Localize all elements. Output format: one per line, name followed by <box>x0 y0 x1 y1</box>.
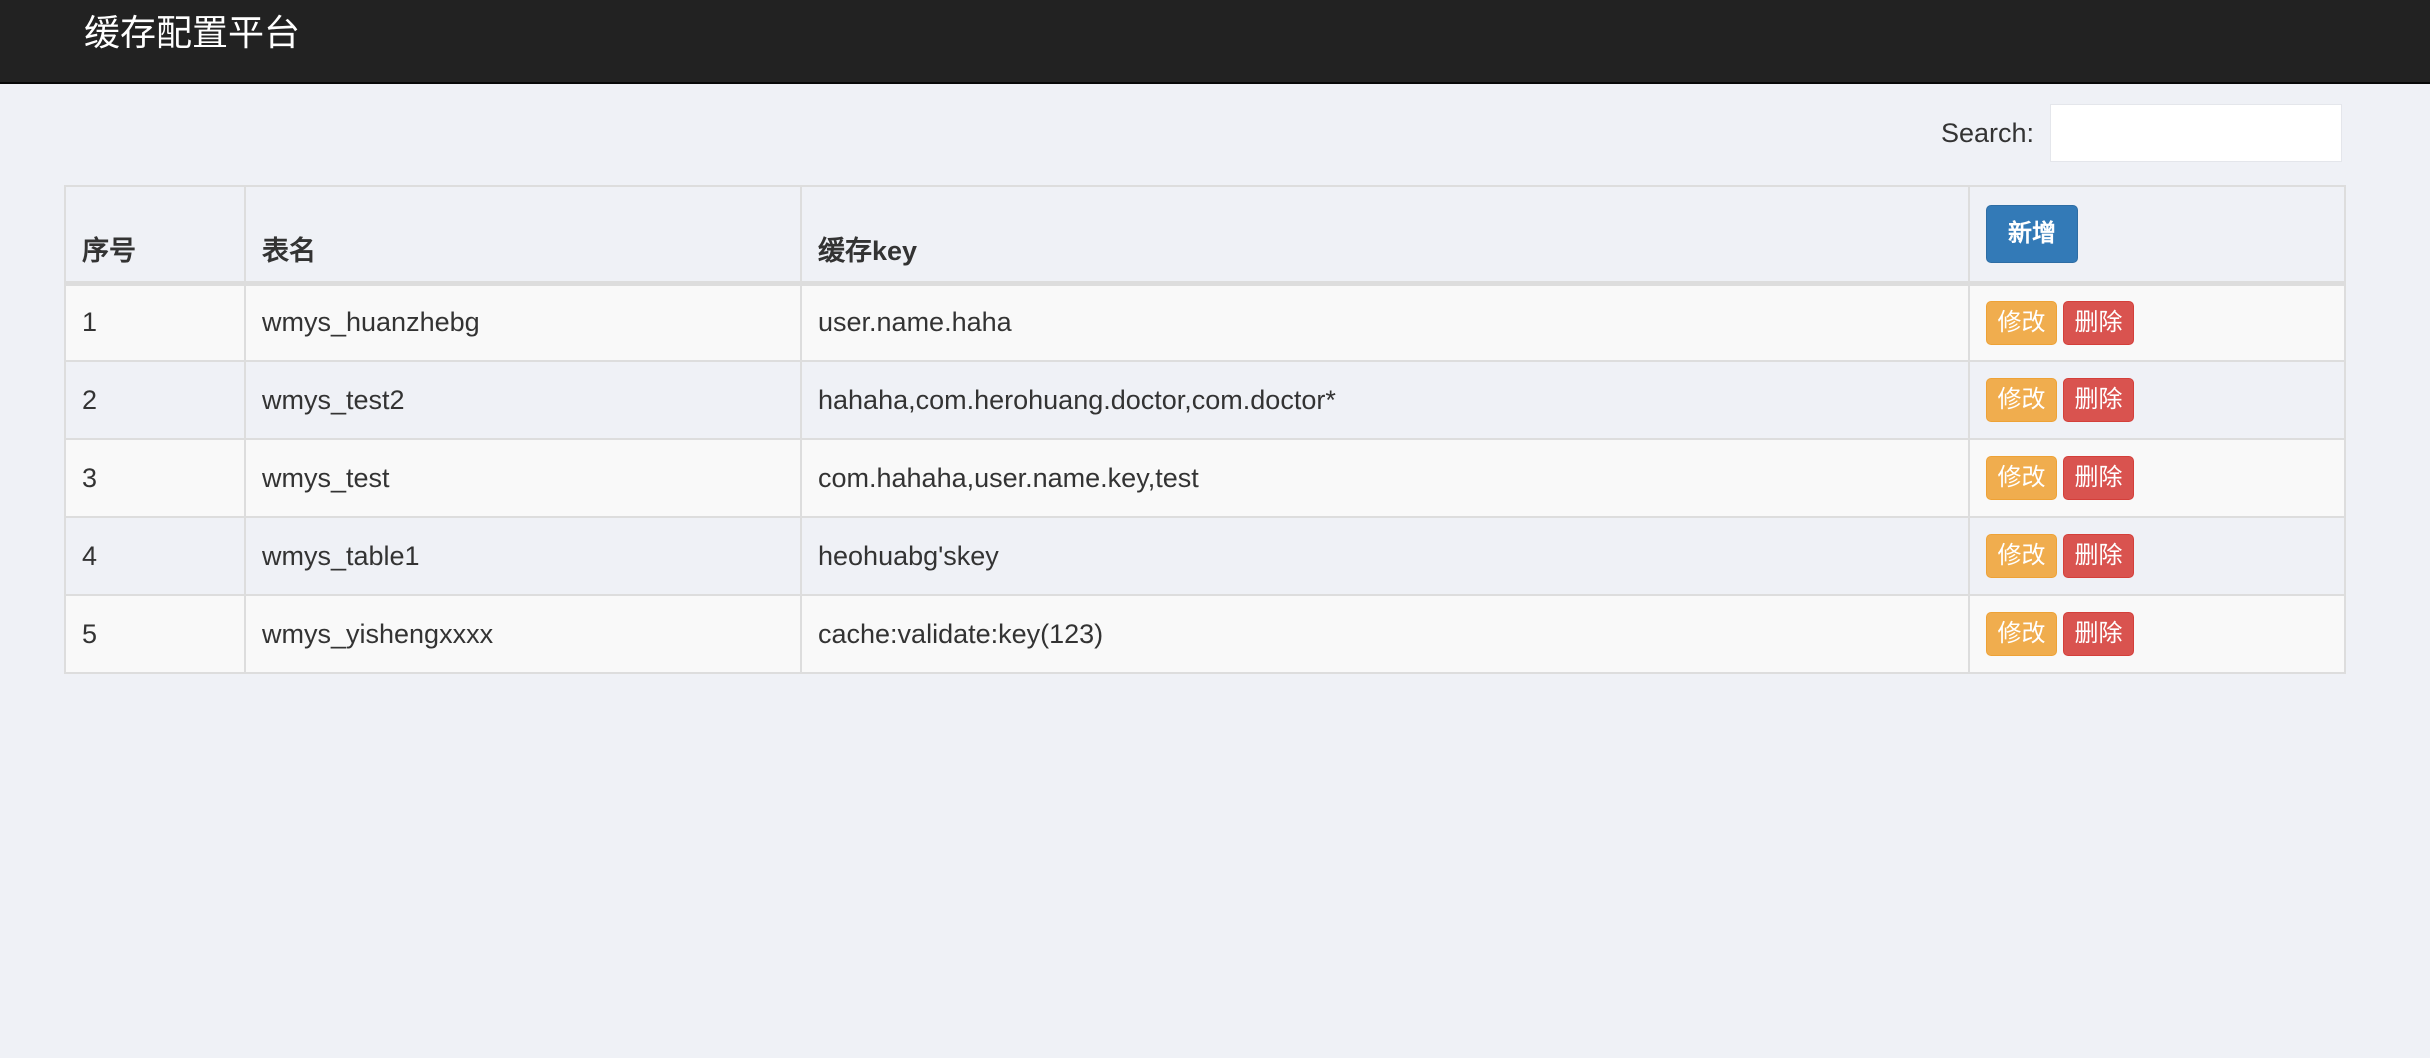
cell-index: 3 <box>64 438 246 518</box>
table-row: 1 wmys_huanzhebg user.name.haha 修改 删除 <box>64 282 2346 362</box>
column-header-actions: 新增 <box>1968 185 2346 286</box>
edit-button[interactable]: 修改 <box>1986 300 2057 345</box>
delete-button[interactable]: 删除 <box>2063 456 2134 500</box>
column-header-table-name[interactable]: 表名 <box>244 185 802 286</box>
cell-actions: 修改 删除 <box>1968 438 2346 518</box>
delete-button[interactable]: 删除 <box>2063 300 2134 345</box>
delete-button[interactable]: 删除 <box>2063 612 2134 656</box>
cell-index: 2 <box>64 360 246 440</box>
edit-button[interactable]: 修改 <box>1986 378 2057 422</box>
cell-index: 5 <box>64 594 246 674</box>
column-header-cache-key[interactable]: 缓存key <box>800 185 1970 286</box>
cell-cache-key: hahaha,com.herohuang.doctor,com.doctor* <box>800 360 1970 440</box>
add-button[interactable]: 新增 <box>1986 205 2078 263</box>
cache-config-table-wrapper: 序号 表名 缓存key 新增 1 wmys_huanzhebg user.nam… <box>64 185 2346 674</box>
table-header-row: 序号 表名 缓存key 新增 <box>64 185 2346 286</box>
column-header-index[interactable]: 序号 <box>64 185 246 286</box>
delete-button[interactable]: 删除 <box>2063 378 2134 422</box>
cell-cache-key: heohuabg'skey <box>800 516 1970 596</box>
cell-cache-key: cache:validate:key(123) <box>800 594 1970 674</box>
search-input[interactable] <box>2050 104 2342 162</box>
cell-table-name: wmys_test2 <box>244 360 802 440</box>
search-bar: Search: <box>1941 104 2342 162</box>
table-row: 4 wmys_table1 heohuabg'skey 修改 删除 <box>64 516 2346 596</box>
edit-button[interactable]: 修改 <box>1986 534 2057 578</box>
search-label: Search: <box>1940 117 2034 148</box>
cell-actions: 修改 删除 <box>1968 360 2346 440</box>
cell-actions: 修改 删除 <box>1968 594 2346 674</box>
cell-cache-key: com.hahaha,user.name.key,test <box>800 438 1970 518</box>
cell-table-name: wmys_huanzhebg <box>244 282 802 362</box>
cell-table-name: wmys_test <box>244 438 802 518</box>
edit-button[interactable]: 修改 <box>1986 456 2057 500</box>
top-navbar: 缓存配置平台 <box>0 0 2430 84</box>
cell-cache-key: user.name.haha <box>800 282 1970 362</box>
cell-actions: 修改 删除 <box>1968 516 2346 596</box>
table-row: 3 wmys_test com.hahaha,user.name.key,tes… <box>64 438 2346 518</box>
cell-table-name: wmys_yishengxxxx <box>244 594 802 674</box>
edit-button[interactable]: 修改 <box>1986 612 2057 656</box>
app-title[interactable]: 缓存配置平台 <box>84 8 300 58</box>
cell-actions: 修改 删除 <box>1968 282 2346 362</box>
delete-button[interactable]: 删除 <box>2063 534 2134 578</box>
cell-index: 4 <box>64 516 246 596</box>
table-row: 2 wmys_test2 hahaha,com.herohuang.doctor… <box>64 360 2346 440</box>
table-row: 5 wmys_yishengxxxx cache:validate:key(12… <box>64 594 2346 674</box>
cache-config-table: 序号 表名 缓存key 新增 1 wmys_huanzhebg user.nam… <box>64 185 2346 674</box>
cell-index: 1 <box>64 282 246 362</box>
cell-table-name: wmys_table1 <box>244 516 802 596</box>
